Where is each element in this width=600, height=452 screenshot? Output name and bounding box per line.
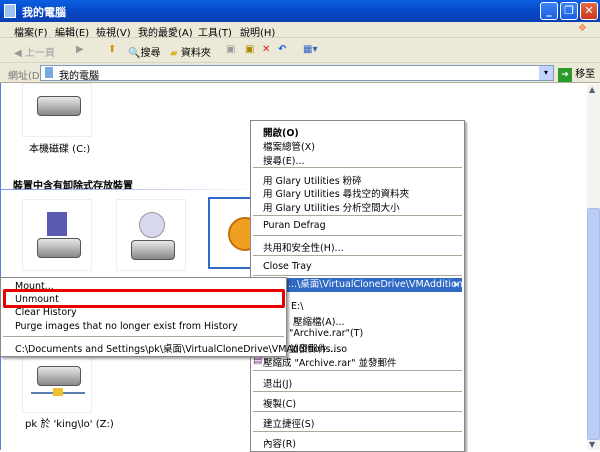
menu-item-open[interactable]: 開啟(O): [263, 125, 299, 139]
menu-item-glary-shred[interactable]: 用 Glary Utilities 粉碎: [263, 173, 362, 187]
highlight-annotation: [3, 289, 285, 308]
scroll-down-icon[interactable]: ▼: [589, 440, 595, 449]
network-drive-icon[interactable]: [22, 353, 92, 413]
submenu-recent-image[interactable]: C:\Documents and Settings\pk\桌面\VirtualC…: [15, 341, 347, 355]
separator: [253, 431, 462, 432]
scrollbar-thumb[interactable]: [587, 208, 600, 440]
window-title: 我的電腦: [22, 6, 66, 19]
computer-icon: [45, 67, 53, 78]
local-disk-label[interactable]: 本機磁碟 (C:): [29, 140, 90, 155]
toolbar: ◀ 上一頁 ▶ ⬆ 🔍搜尋 ▰ 資料夾 ▣ ▣ ✕ ↶ ▦▾: [0, 38, 600, 63]
windows-logo-icon: ❖: [578, 23, 587, 34]
title-bar: 我的電腦 _ ❐ ✕: [0, 0, 600, 22]
menu-tools[interactable]: 工具(T): [198, 24, 232, 39]
submenu-purge[interactable]: Purge images that no longer exist from H…: [15, 321, 238, 332]
separator: [253, 255, 462, 256]
minimize-button[interactable]: _: [540, 2, 558, 20]
separator: [253, 391, 462, 392]
address-bar: 網址(D) 我的電腦 ▾ ➔ 移至: [0, 63, 600, 83]
menu-help[interactable]: 說明(H): [240, 24, 275, 39]
cd-drive-icon[interactable]: [116, 199, 186, 271]
maximize-button[interactable]: ❐: [560, 2, 578, 20]
menu-item-compress-rar-email[interactable]: 壓縮成 "Archive.rar" 並發郵件: [263, 355, 396, 369]
menu-item-close-tray[interactable]: Close Tray: [263, 261, 312, 272]
dropdown-arrow-icon[interactable]: ▾: [539, 66, 553, 80]
separator: [253, 370, 462, 371]
submenu-arrow-icon: ▸: [454, 279, 459, 290]
menu-file[interactable]: 檔案(F): [14, 24, 48, 39]
separator: [253, 167, 462, 168]
menu-item-sharing[interactable]: 共用和安全性(H)...: [263, 240, 344, 254]
folder-icon: ▰: [170, 48, 178, 59]
back-button[interactable]: ◀ 上一頁: [14, 44, 55, 59]
forward-button[interactable]: ▶: [76, 44, 84, 55]
go-arrow-icon: ➔: [558, 68, 572, 82]
go-button[interactable]: ➔ 移至: [558, 65, 595, 82]
menu-item-properties[interactable]: 內容(R): [263, 436, 296, 450]
menu-item-open-with[interactable]: E:\: [291, 301, 303, 312]
address-input[interactable]: 我的電腦 ▾: [40, 65, 554, 82]
folders-label: 資料夾: [180, 48, 211, 59]
menu-favorites[interactable]: 我的最愛(A): [138, 24, 193, 39]
menu-item-virtualclonedrive[interactable]: ...\桌面\VirtualCloneDrive\VMAdditions.iso…: [284, 278, 462, 292]
menu-item-add-archive[interactable]: 壓縮檔(A)...: [293, 314, 344, 328]
scroll-up-icon[interactable]: ▲: [589, 85, 595, 94]
go-label: 移至: [575, 69, 596, 80]
menu-item-create-shortcut[interactable]: 建立捷徑(S): [263, 416, 314, 430]
floppy-drive-icon[interactable]: [22, 199, 92, 271]
local-disk-icon[interactable]: [22, 83, 92, 137]
folders-button[interactable]: ▰ 資料夾: [170, 44, 211, 59]
address-label: 網址(D): [8, 71, 44, 82]
address-value: 我的電腦: [59, 71, 99, 82]
copy-to-icon[interactable]: ▣: [245, 44, 254, 55]
search-label: 搜尋: [140, 48, 161, 59]
separator: [253, 275, 462, 276]
search-button[interactable]: 🔍搜尋: [128, 44, 160, 59]
menu-edit[interactable]: 編輯(E): [55, 24, 89, 39]
separator: [253, 235, 462, 236]
menu-item-glary-empty-folders[interactable]: 用 Glary Utilities 尋找空的資料夾: [263, 186, 409, 200]
separator: [253, 411, 462, 412]
separator: [3, 336, 284, 337]
menu-item-copy[interactable]: 複製(C): [263, 396, 296, 410]
menu-item-explore[interactable]: 檔案總管(X): [263, 139, 315, 153]
network-drive-label[interactable]: pk 於 'king\lo' (Z:): [25, 415, 114, 430]
separator: [253, 215, 462, 216]
views-icon[interactable]: ▦▾: [303, 44, 317, 55]
menu-item-search[interactable]: 搜尋(E)...: [263, 153, 304, 167]
vcd-item-label: ...\桌面\VirtualCloneDrive\VMAdditions.iso…: [288, 279, 462, 290]
menu-item-glary-analyze[interactable]: 用 Glary Utilities 分析空間大小: [263, 200, 400, 214]
close-button[interactable]: ✕: [580, 2, 598, 20]
menu-item-puran-defrag[interactable]: Puran Defrag: [263, 220, 326, 231]
menu-bar: 檔案(F) 編輯(E) 檢視(V) 我的最愛(A) 工具(T) 說明(H) ❖: [0, 22, 600, 39]
up-folder-icon[interactable]: ⬆: [108, 44, 116, 55]
menu-item-eject[interactable]: 退出(J): [263, 376, 292, 390]
menu-view[interactable]: 檢視(V): [96, 24, 131, 39]
undo-icon[interactable]: ↶: [278, 44, 286, 55]
submenu-clear-history[interactable]: Clear History: [15, 307, 77, 318]
delete-icon[interactable]: ✕: [262, 44, 270, 55]
move-to-icon[interactable]: ▣: [226, 44, 235, 55]
section-divider: [1, 189, 261, 190]
back-label: 上一頁: [24, 48, 55, 59]
computer-icon: [4, 4, 16, 18]
menu-item-compress-rar[interactable]: "Archive.rar"(T): [289, 328, 363, 339]
